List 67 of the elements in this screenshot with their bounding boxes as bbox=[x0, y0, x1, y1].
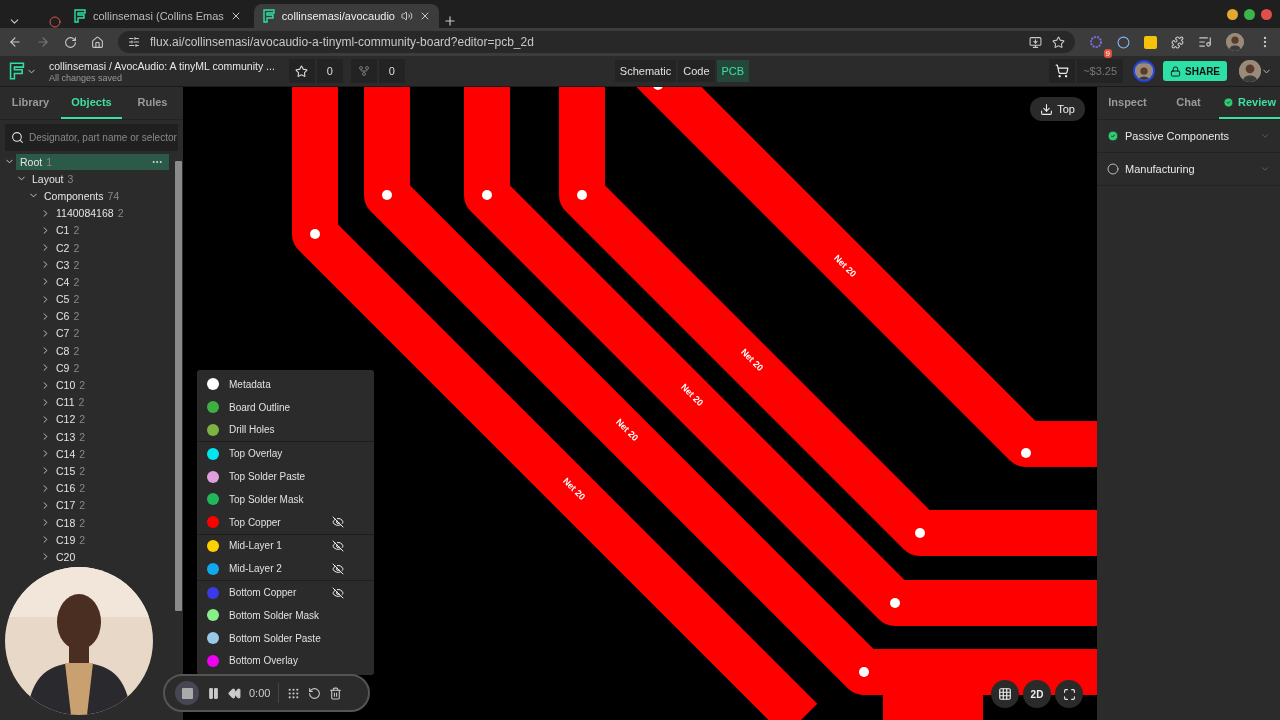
layer-name[interactable]: Mid-Layer 1 bbox=[229, 540, 322, 552]
layer-name[interactable]: Bottom Overlay bbox=[229, 655, 364, 667]
address-bar[interactable]: flux.ai/collinsemasi/avocaudio-a-tinyml-community-board?editor=pcb_2d bbox=[118, 31, 1075, 53]
tree-item[interactable]: C14 2 bbox=[52, 445, 92, 462]
tree-item[interactable]: 1140084168 2 bbox=[52, 205, 130, 222]
net-label: Net 20 bbox=[739, 346, 766, 373]
layer-name[interactable]: Top Copper bbox=[229, 516, 322, 528]
tree-item[interactable]: C11 2 bbox=[52, 394, 91, 411]
tree-item[interactable]: C16 2 bbox=[52, 480, 92, 497]
browser-tab[interactable]: collinsemasi/avocaudio bbox=[253, 4, 439, 28]
review-item[interactable]: Passive Components bbox=[1097, 120, 1280, 153]
tree-item[interactable]: C6 2 bbox=[52, 308, 86, 325]
layer-name[interactable]: Metadata bbox=[229, 378, 364, 390]
tree-item[interactable]: C9 2 bbox=[52, 359, 86, 376]
tree-item[interactable]: C2 2 bbox=[52, 239, 86, 256]
tree-item[interactable]: Root 1 bbox=[16, 153, 169, 170]
review-item[interactable]: Manufacturing bbox=[1097, 153, 1280, 186]
layer-name[interactable]: Board Outline bbox=[229, 401, 364, 413]
view-tab[interactable]: PCB bbox=[716, 60, 750, 82]
tree-item[interactable]: C12 2 bbox=[52, 411, 92, 428]
tree-item[interactable]: Layout 3 bbox=[28, 170, 80, 187]
net-label: Net 20 bbox=[561, 475, 588, 502]
tree-item[interactable]: C19 2 bbox=[52, 531, 92, 548]
tree-item[interactable]: C15 2 bbox=[52, 462, 92, 479]
tree-item[interactable]: C7 2 bbox=[52, 325, 86, 342]
net-label: Net 20 bbox=[832, 252, 859, 279]
layer-name[interactable]: Top Solder Paste bbox=[229, 471, 364, 483]
layer-name[interactable]: Bottom Solder Paste bbox=[229, 632, 364, 644]
recording-time: 0:00 bbox=[249, 687, 271, 699]
panel-tab[interactable]: Rules bbox=[122, 87, 183, 119]
tree-item[interactable]: C18 2 bbox=[52, 514, 92, 531]
star-count: 0 bbox=[316, 59, 343, 83]
layer-side-button[interactable]: Top bbox=[1030, 97, 1085, 121]
browser-tab[interactable]: collinsemasi (Collins Emas bbox=[65, 4, 250, 28]
panel-tab[interactable]: Inspect bbox=[1097, 87, 1158, 119]
view-mode-button[interactable]: 2D bbox=[1023, 680, 1051, 708]
view-tab[interactable]: Schematic bbox=[614, 60, 677, 82]
fork-count: 0 bbox=[378, 59, 405, 83]
tree-item[interactable]: C17 2 bbox=[52, 497, 92, 514]
layer-name[interactable]: Mid-Layer 2 bbox=[229, 563, 322, 575]
tree-item[interactable]: C4 2 bbox=[52, 273, 86, 290]
panel-tab[interactable]: Chat bbox=[1158, 87, 1219, 119]
save-status: All changes saved bbox=[49, 72, 123, 83]
project-title[interactable]: collinsemasi / AvocAudio: A tinyML community ... bbox=[49, 59, 275, 73]
tree-item[interactable]: C10 2 bbox=[52, 377, 92, 394]
badge: 9 bbox=[1103, 49, 1112, 58]
layer-name[interactable]: Top Overlay bbox=[229, 448, 364, 460]
layer-name[interactable]: Top Solder Mask bbox=[229, 493, 364, 505]
tree-item[interactable]: Components 74 bbox=[40, 187, 126, 204]
tree-item[interactable]: C13 2 bbox=[52, 428, 92, 445]
panel-tab[interactable]: Objects bbox=[61, 87, 122, 119]
net-label: Net 20 bbox=[679, 381, 706, 408]
tree-item[interactable]: C1 2 bbox=[52, 222, 86, 239]
share-button[interactable]: SHARE bbox=[1163, 61, 1228, 81]
tree-item[interactable]: C8 2 bbox=[52, 342, 86, 359]
price: ~$3.25 bbox=[1077, 59, 1124, 83]
net-label: Net 20 bbox=[614, 416, 641, 443]
layer-name[interactable]: Drill Holes bbox=[229, 424, 364, 436]
tree-item[interactable]: C3 2 bbox=[52, 256, 86, 273]
view-tab[interactable]: Code bbox=[678, 60, 715, 82]
search-field[interactable]: Designator, part name or selector bbox=[5, 124, 178, 151]
tree-item[interactable]: C20 bbox=[52, 548, 82, 565]
layer-name[interactable]: Bottom Copper bbox=[229, 587, 322, 599]
panel-tab[interactable]: Library bbox=[0, 87, 61, 119]
tree-item[interactable]: C5 2 bbox=[52, 291, 86, 308]
layer-name[interactable]: Bottom Solder Mask bbox=[229, 609, 364, 621]
panel-tab[interactable]: Review bbox=[1219, 87, 1280, 119]
